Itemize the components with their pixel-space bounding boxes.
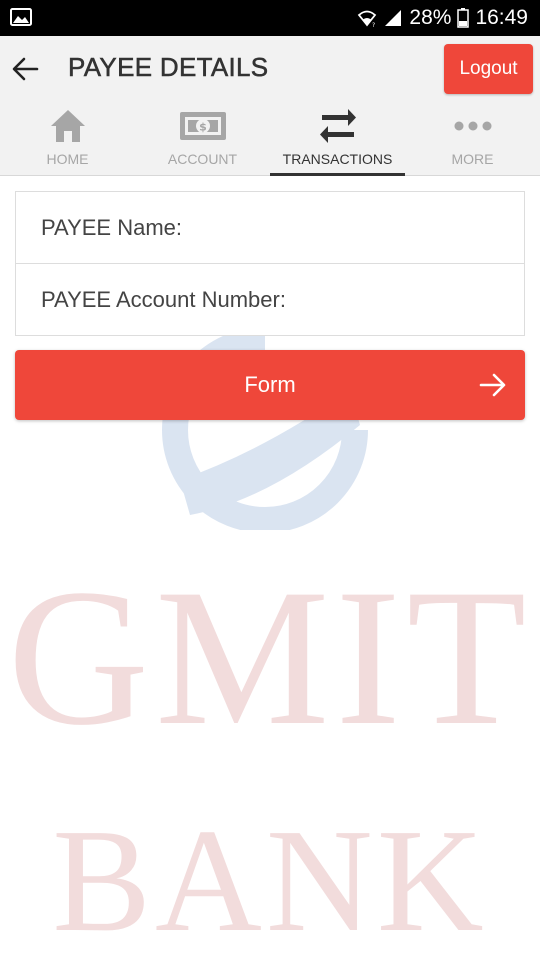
tab-home-label: HOME (46, 151, 89, 167)
more-dots-icon (405, 106, 540, 146)
battery-icon (457, 8, 470, 28)
cash-icon: $ (135, 106, 270, 146)
wifi-icon: ? (357, 9, 377, 27)
battery-percent: 28% (409, 6, 452, 29)
svg-text:?: ? (372, 22, 375, 27)
back-button[interactable] (8, 52, 42, 86)
tab-more-label: MORE (451, 151, 494, 167)
form-button-label: Form (244, 372, 296, 397)
active-tab-indicator (270, 173, 405, 176)
signal-icon (383, 9, 403, 27)
logout-button[interactable]: Logout (444, 44, 533, 94)
watermark-gmit: GMIT (7, 549, 533, 766)
payee-details-card: PAYEE Name: PAYEE Account Number: (15, 191, 525, 336)
clock-time: 16:49 (475, 6, 528, 29)
tab-bar: HOME $ ACCOUNT TRANSACTIONS MORE (0, 102, 540, 176)
tab-account-label: ACCOUNT (167, 151, 238, 167)
image-icon (10, 8, 32, 26)
watermark-bank: BANK (52, 799, 488, 960)
swap-arrows-icon (270, 106, 405, 146)
arrow-right-icon (479, 373, 506, 397)
payee-account-row: PAYEE Account Number: (16, 264, 524, 336)
form-button[interactable]: Form (15, 350, 525, 420)
tab-transactions[interactable]: TRANSACTIONS (270, 102, 405, 176)
status-bar: ? 28% 16:49 (0, 0, 540, 36)
tab-transactions-label: TRANSACTIONS (282, 151, 393, 167)
arrow-left-icon (12, 57, 39, 81)
app-bar: PAYEE DETAILS Logout (0, 36, 540, 102)
page-title: PAYEE DETAILS (68, 52, 269, 83)
svg-text:$: $ (199, 121, 207, 134)
payee-name-row: PAYEE Name: (16, 192, 524, 264)
tab-home[interactable]: HOME (0, 102, 135, 176)
status-indicators: ? 28% 16:49 (357, 0, 528, 36)
tab-account[interactable]: $ ACCOUNT (135, 102, 270, 176)
payee-name-label: PAYEE Name: (41, 214, 183, 240)
home-icon (0, 106, 135, 146)
tab-more[interactable]: MORE (405, 102, 540, 176)
payee-account-label: PAYEE Account Number: (41, 287, 286, 312)
